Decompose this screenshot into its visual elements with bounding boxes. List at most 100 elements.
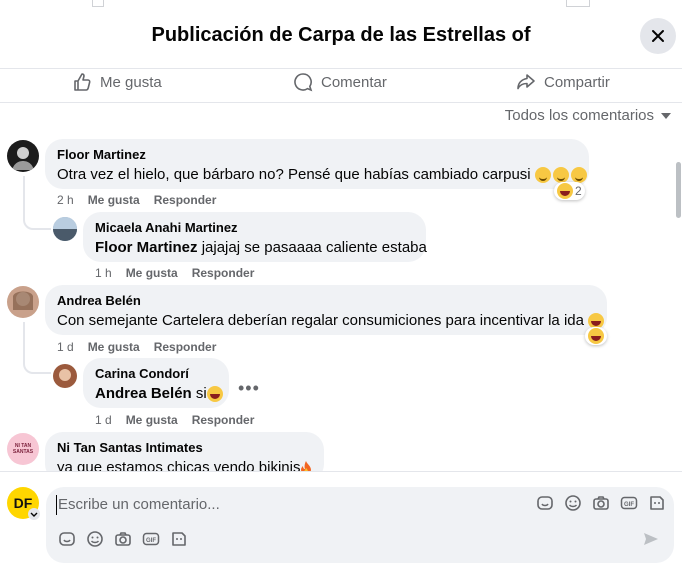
emoji-button[interactable] xyxy=(85,529,105,549)
gif-icon: GIF xyxy=(142,532,160,546)
mention-link[interactable]: Andrea Belén xyxy=(95,385,192,402)
comment-author[interactable]: Floor Martinez xyxy=(57,147,577,162)
text-caret xyxy=(56,495,57,515)
rolling-eyes-emoji-icon xyxy=(534,167,551,184)
camera-button[interactable] xyxy=(113,529,133,549)
share-button[interactable]: Compartir xyxy=(516,72,610,92)
avatar[interactable] xyxy=(7,140,39,172)
scrollbar[interactable] xyxy=(676,162,681,218)
avatar[interactable] xyxy=(7,286,39,318)
svg-text:GIF: GIF xyxy=(146,538,156,544)
reply-like-link[interactable]: Me gusta xyxy=(126,266,178,280)
comment-text: Otra vez el hielo, que bárbaro no? Pensé… xyxy=(57,166,587,184)
thread-line xyxy=(23,322,25,352)
comment-author[interactable]: Ni Tan Santas Intimates xyxy=(57,440,312,455)
dialog-title: Publicación de Carpa de las Estrellas of xyxy=(151,24,531,46)
rolling-eyes-emoji-icon xyxy=(552,167,569,184)
reply-author[interactable]: Micaela Anahi Martinez xyxy=(95,220,414,235)
sticker-icon xyxy=(59,532,75,546)
emoji-button[interactable] xyxy=(563,493,583,513)
background-ghost xyxy=(566,0,590,7)
like-button[interactable]: Me gusta xyxy=(72,72,162,92)
haha-reaction-icon xyxy=(557,183,573,199)
dialog-header: Publicación de Carpa de las Estrellas of xyxy=(0,0,682,69)
comment-time[interactable]: 1 d xyxy=(57,340,74,354)
mention-link[interactable]: Floor Martinez xyxy=(95,239,198,256)
comment-meta: 2 h Me gusta Responder xyxy=(57,193,216,207)
comment-like-link[interactable]: Me gusta xyxy=(88,340,140,354)
avatar[interactable]: NI TAN SANTAS xyxy=(7,433,39,465)
reaction-count[interactable] xyxy=(585,327,607,345)
comment-reply-link[interactable]: Responder xyxy=(154,193,217,207)
avatar-icon xyxy=(13,291,33,310)
share-label: Compartir xyxy=(544,73,610,91)
like-label: Me gusta xyxy=(100,73,162,91)
like-icon xyxy=(74,73,91,91)
comment-filter-dropdown[interactable]: Todos los comentarios xyxy=(505,107,672,124)
reply-text-body: jajajaj se pasaaaa caliente estaba xyxy=(201,239,427,256)
comment-reply-link[interactable]: Responder xyxy=(154,340,217,354)
reply-reply-link[interactable]: Responder xyxy=(192,266,255,280)
thread-connector xyxy=(23,350,51,374)
comment-input[interactable]: Escribe un comentario... xyxy=(58,496,220,513)
comment-button[interactable]: Comentar xyxy=(293,72,387,92)
camera-button[interactable] xyxy=(591,493,611,513)
background-ghost xyxy=(92,0,104,7)
laughing-emoji-icon xyxy=(206,386,223,403)
reply-time[interactable]: 1 d xyxy=(95,413,112,427)
comment-bubble: Floor Martinez Otra vez el hielo, que bá… xyxy=(45,139,589,189)
comment-icon xyxy=(294,73,313,92)
avatar[interactable] xyxy=(53,364,77,388)
composer-tools-bottom: GIF xyxy=(57,529,189,549)
comment-text-body: Con semejante Cartelera deberían regalar… xyxy=(57,312,584,329)
comment-author[interactable]: Andrea Belén xyxy=(57,293,595,308)
sticker-button[interactable] xyxy=(535,493,555,513)
dropdown-caret-icon xyxy=(661,112,671,119)
reply-bubble: Micaela Anahi Martinez Floor Martinez ja… xyxy=(83,212,427,262)
avatar-icon xyxy=(12,147,34,170)
brand-logo-text: NI TAN SANTAS xyxy=(12,443,34,455)
sticker-alt-icon xyxy=(650,496,664,510)
more-options-button[interactable]: ••• xyxy=(238,378,260,399)
comment-text-body: Otra vez el hielo, que bárbaro no? Pensé… xyxy=(57,166,531,183)
share-icon xyxy=(517,74,535,90)
reply-time[interactable]: 1 h xyxy=(95,266,112,280)
gif-icon: GIF xyxy=(620,496,638,510)
comment-meta: 1 d Me gusta Responder xyxy=(57,340,216,354)
avatar-sticker-button[interactable] xyxy=(169,529,189,549)
avatar[interactable] xyxy=(53,217,77,241)
reaction-count-value: 2 xyxy=(575,184,582,198)
sticker-icon xyxy=(537,496,553,510)
comment-like-link[interactable]: Me gusta xyxy=(88,193,140,207)
chevron-down-icon[interactable] xyxy=(28,508,40,520)
avatar-icon xyxy=(59,369,71,381)
reply-reply-link[interactable]: Responder xyxy=(192,413,255,427)
rolling-eyes-emoji-icon xyxy=(570,167,587,184)
avatar-sticker-button[interactable] xyxy=(647,493,667,513)
avatar-icon xyxy=(53,217,77,241)
sticker-alt-icon xyxy=(172,532,186,546)
comment-bubble: Andrea Belén Con semejante Cartelera deb… xyxy=(45,285,607,335)
comment-text: Con semejante Cartelera deberían regalar… xyxy=(57,312,605,330)
send-button[interactable] xyxy=(641,529,661,549)
gif-button[interactable]: GIF xyxy=(141,529,161,549)
gif-button[interactable]: GIF xyxy=(619,493,639,513)
sticker-button[interactable] xyxy=(57,529,77,549)
reaction-count[interactable]: 2 xyxy=(554,182,585,200)
reply-meta: 1 h Me gusta Responder xyxy=(95,266,254,280)
composer-tools-top: GIF xyxy=(535,493,667,513)
reply-meta: 1 d Me gusta Responder xyxy=(95,413,254,427)
reply-author[interactable]: Carina Condorí xyxy=(95,366,217,381)
emoji-icon xyxy=(87,531,103,547)
reply-like-link[interactable]: Me gusta xyxy=(126,413,178,427)
comment-filter-label: Todos los comentarios xyxy=(504,107,654,124)
close-button[interactable] xyxy=(640,18,676,54)
comment-time[interactable]: 2 h xyxy=(57,193,74,207)
post-action-bar: Me gusta Comentar Compartir xyxy=(0,68,682,103)
camera-icon xyxy=(593,496,609,510)
camera-icon xyxy=(115,532,131,546)
svg-text:GIF: GIF xyxy=(624,502,634,508)
reply-text-body: si xyxy=(195,385,207,402)
close-icon xyxy=(652,30,664,42)
reply-text: Andrea Belén si xyxy=(95,385,223,403)
